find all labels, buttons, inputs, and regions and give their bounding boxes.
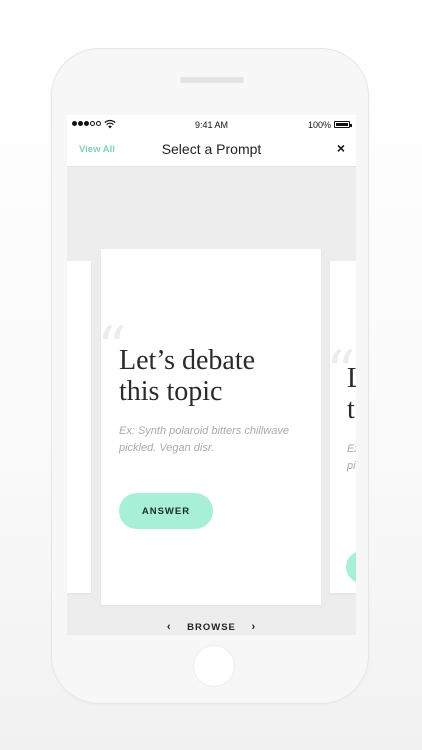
status-bar: 9:41 AM 100% bbox=[67, 115, 356, 135]
peek-answer-button[interactable] bbox=[346, 551, 356, 583]
peek-prompt-text: L t bbox=[347, 363, 356, 425]
peek-example-line-1: Ex bbox=[347, 443, 356, 455]
prompt-card: “ Let’s debate this topic Ex: Synth pola… bbox=[101, 249, 321, 605]
battery-icon bbox=[334, 121, 352, 128]
browse-label: BROWSE bbox=[187, 621, 236, 633]
prompt-example: Ex: Synth polaroid bitters chillwave pic… bbox=[119, 425, 289, 454]
peek-prompt-line-1: L bbox=[347, 363, 356, 394]
phone-screen: 9:41 AM 100% View All Select a Prompt × … bbox=[67, 115, 356, 635]
phone-speaker bbox=[180, 77, 244, 83]
peek-prompt-line-2: t bbox=[347, 394, 355, 425]
prompt-line-2: this topic bbox=[119, 376, 223, 407]
prompt-line-1: Let’s debate bbox=[119, 345, 256, 376]
page-title: Select a Prompt bbox=[161, 141, 262, 157]
battery-percentage: 100% bbox=[307, 120, 331, 130]
prompt-text: Let’s debate this topic bbox=[119, 345, 309, 407]
phone-frame: 9:41 AM 100% View All Select a Prompt × … bbox=[51, 48, 369, 704]
peek-example-line-2: pi bbox=[347, 460, 356, 472]
chevron-right-icon[interactable]: › bbox=[252, 621, 257, 633]
home-button[interactable] bbox=[193, 645, 235, 687]
prompt-card-next[interactable]: “ L t Ex pi bbox=[330, 261, 356, 593]
close-icon[interactable]: × bbox=[337, 140, 345, 156]
nav-bar: View All Select a Prompt × bbox=[67, 135, 356, 167]
answer-button[interactable]: ANSWER bbox=[119, 493, 213, 529]
prompt-card-previous[interactable] bbox=[67, 261, 91, 593]
chevron-left-icon[interactable]: ‹ bbox=[167, 621, 172, 633]
browse-control: ‹ BROWSE › bbox=[67, 621, 356, 633]
peek-prompt-example: Ex pi bbox=[347, 441, 356, 475]
